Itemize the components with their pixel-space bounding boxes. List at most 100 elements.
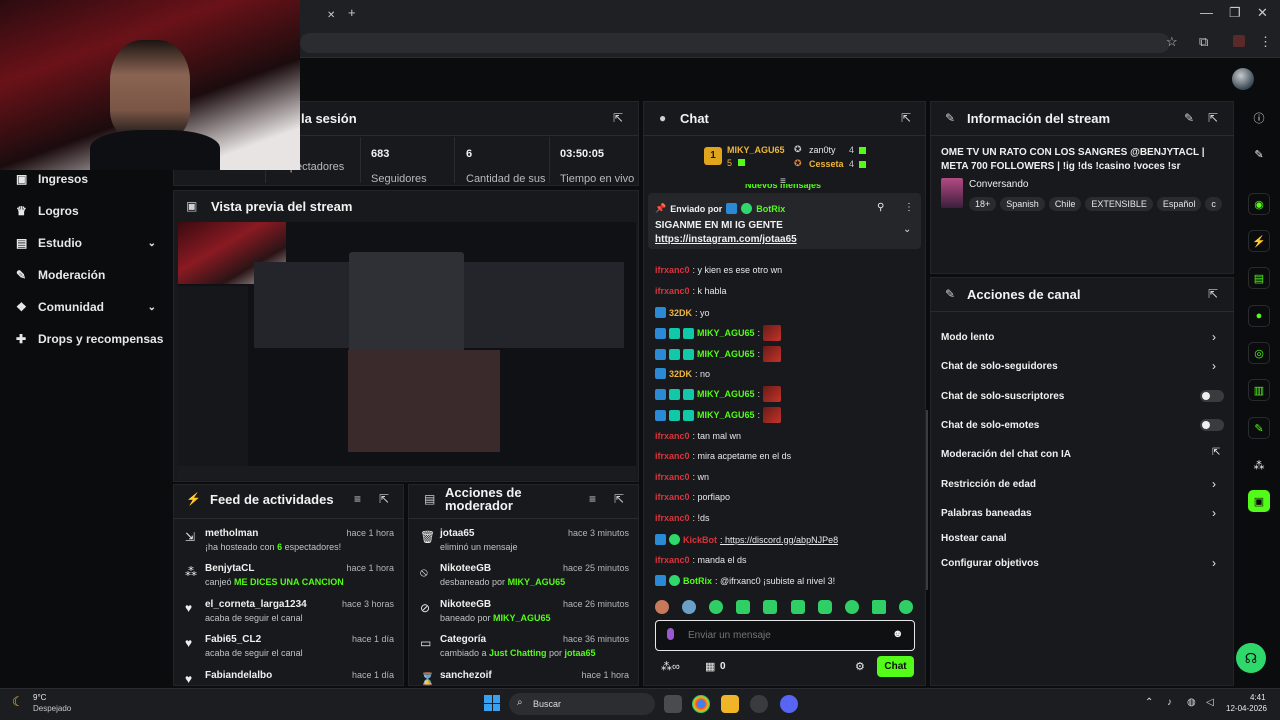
popout-icon[interactable]: ⇱	[614, 492, 624, 506]
category-name[interactable]: Conversando	[969, 179, 1028, 190]
microphone-icon[interactable]: ♪	[1167, 697, 1172, 708]
chevron-right-icon[interactable]: ›	[1212, 556, 1216, 570]
settings-gear-icon[interactable]: ⚙	[855, 660, 865, 673]
avatar[interactable]	[1232, 68, 1254, 90]
camera-icon[interactable]: ◉	[1248, 193, 1270, 215]
extensions-icon[interactable]: ⧉	[1199, 35, 1208, 49]
slow-mode-item[interactable]: Modo lento	[941, 332, 994, 343]
list-item[interactable]: ♥ Fabi65_CL2 hace 1 día acaba de seguir el …	[173, 634, 404, 669]
sidebar-item-estudio[interactable]: ▤ Estudio ⌄	[16, 236, 156, 250]
popout-icon[interactable]: ⇱	[613, 111, 623, 125]
task-view-icon[interactable]	[664, 695, 682, 713]
list-item[interactable]: ⁂ BenjytaCL hace 1 hora canjeó ME DICES UNA…	[173, 563, 404, 598]
clock-time[interactable]: 4:41	[1250, 693, 1266, 702]
sidebar-item-logros[interactable]: ♛ Logros	[16, 204, 79, 218]
host-channel-item[interactable]: Hostear canal	[941, 533, 1007, 544]
chat-icon[interactable]: ●	[1248, 305, 1270, 327]
top-gifter-name[interactable]: zan0ty	[809, 145, 836, 155]
chevron-right-icon[interactable]: ›	[1212, 477, 1216, 491]
stream-preview[interactable]	[178, 222, 636, 480]
taskbar-search[interactable]	[509, 693, 655, 715]
window-close-icon[interactable]: ✕	[1257, 6, 1268, 20]
chevron-down-icon[interactable]: ⌄	[903, 224, 911, 235]
emote-icon[interactable]	[898, 600, 913, 614]
list-item[interactable]: 🗑 jotaa65 hace 3 minutos eliminó un mensaje	[408, 528, 639, 563]
broadcast-icon[interactable]: ◎	[1248, 342, 1270, 364]
minimize-icon[interactable]: —	[1200, 6, 1213, 20]
list-item[interactable]: ▭ Categoría hace 36 minutos cambiado a Just…	[408, 634, 639, 669]
support-icon[interactable]: ☊	[1236, 643, 1266, 673]
filter-icon[interactable]: ≡	[354, 492, 361, 506]
weather-temp[interactable]: 9°C	[33, 693, 46, 702]
list-item[interactable]: ⌛ sanchezoif hace 1 hora	[408, 670, 639, 686]
discord-link[interactable]: : https://discord.gg/abpNJPe8	[720, 535, 838, 545]
emote-icon[interactable]	[817, 600, 832, 614]
gift-subs-icon[interactable]: ⁂∞	[661, 660, 680, 673]
chat-message-input[interactable]	[688, 628, 878, 643]
emote-icon[interactable]	[736, 600, 751, 614]
list-item[interactable]: ⊘ NikoteeGB hace 26 minutos baneado por MIK…	[408, 599, 639, 634]
profile-icon[interactable]	[1233, 35, 1245, 47]
sidebar-item-moderacion[interactable]: ✎ Moderación	[16, 268, 105, 282]
microphone-icon[interactable]	[667, 628, 674, 640]
chevron-right-icon[interactable]: ›	[1212, 506, 1216, 520]
pinned-link[interactable]: https://instagram.com/jotaa65	[655, 234, 797, 245]
chevron-right-icon[interactable]: ›	[1212, 330, 1216, 344]
emote-icon[interactable]	[709, 600, 724, 614]
app-icon[interactable]	[750, 695, 768, 713]
top-gifter-name[interactable]: Cesseta	[809, 159, 844, 169]
network-icon[interactable]: ◍	[1187, 697, 1196, 708]
wrench-icon[interactable]: ✎	[1248, 417, 1270, 439]
chrome-icon[interactable]	[692, 695, 710, 713]
external-link-icon[interactable]: ⇱	[1212, 447, 1220, 458]
chat-scrollbar[interactable]	[926, 410, 928, 590]
windows-start-icon[interactable]	[484, 695, 500, 711]
bookmark-star-icon[interactable]: ☆	[1166, 35, 1178, 49]
omnibox[interactable]	[300, 33, 1170, 53]
emotes-only-toggle[interactable]	[1200, 419, 1224, 431]
emote-icon[interactable]	[655, 600, 669, 614]
category-thumbnail[interactable]	[941, 178, 963, 208]
emote-icon[interactable]	[844, 600, 859, 614]
popout-icon[interactable]: ⇱	[901, 111, 911, 125]
document-icon[interactable]: ▤	[1248, 267, 1270, 289]
sidebar-item-ingresos[interactable]: ▣ Ingresos	[16, 172, 88, 186]
subscribers-only-toggle[interactable]	[1200, 390, 1224, 402]
popout-icon[interactable]: ⇱	[379, 492, 389, 506]
tray-chevron-icon[interactable]: ⌃	[1145, 697, 1153, 708]
new-messages-label[interactable]: Nuevos mensajes	[745, 184, 821, 190]
emote-icon[interactable]	[871, 600, 886, 614]
volume-icon[interactable]: ◁	[1206, 697, 1214, 708]
lightning-icon[interactable]: ⚡	[1248, 230, 1270, 252]
browser-menu-icon[interactable]: ⋮	[1259, 35, 1272, 49]
filter-icon[interactable]: ≡	[589, 492, 596, 506]
emoji-icon[interactable]: ☻	[892, 628, 904, 640]
goals-item[interactable]: Configurar objetivos	[941, 558, 1039, 569]
info-icon[interactable]: ⓘ	[1248, 107, 1270, 129]
sidebar-item-comunidad[interactable]: ❖ Comunidad ⌄	[16, 300, 156, 314]
emote-icon[interactable]	[682, 600, 697, 614]
followers-only-item[interactable]: Chat de solo-seguidores	[941, 361, 1058, 372]
banned-words-item[interactable]: Palabras baneadas	[941, 508, 1032, 519]
mod-actions-icon[interactable]: ▥	[1248, 379, 1270, 401]
sidebar-item-drops[interactable]: ✚ Drops y recompensas	[16, 332, 163, 346]
edit-pencil-icon[interactable]: ✎	[1184, 111, 1194, 125]
more-icon[interactable]: ⋮	[904, 202, 914, 213]
list-item[interactable]: ♥ el_corneta_larga1234 hace 3 horas acaba d…	[173, 599, 404, 634]
discord-icon[interactable]	[780, 695, 798, 713]
list-item[interactable]: ⇲ metholman hace 1 hora ¡ha hosteado con 6 …	[173, 528, 404, 563]
age-restriction-item[interactable]: Restricción de edad	[941, 479, 1036, 490]
emote-icon[interactable]	[790, 600, 805, 614]
emote-icon[interactable]	[763, 600, 778, 614]
store-icon[interactable]: ▦	[705, 660, 715, 673]
file-explorer-icon[interactable]	[721, 695, 739, 713]
popout-icon[interactable]: ⇱	[1208, 287, 1218, 301]
list-item[interactable]: ⦸ NikoteeGB hace 25 minutos desbaneado por …	[408, 563, 639, 598]
ai-moderation-item[interactable]: Moderación del chat con IA	[941, 449, 1071, 460]
top-gifter-name[interactable]: MIKY_AGU65	[727, 145, 785, 155]
edit-icon[interactable]: ✎	[1248, 143, 1270, 165]
community-icon[interactable]: ⁂	[1248, 454, 1270, 476]
maximize-icon[interactable]: ❐	[1229, 6, 1241, 20]
tab-close-icon[interactable]: ✕	[327, 9, 335, 21]
unpin-icon[interactable]: ⚲	[877, 202, 884, 213]
